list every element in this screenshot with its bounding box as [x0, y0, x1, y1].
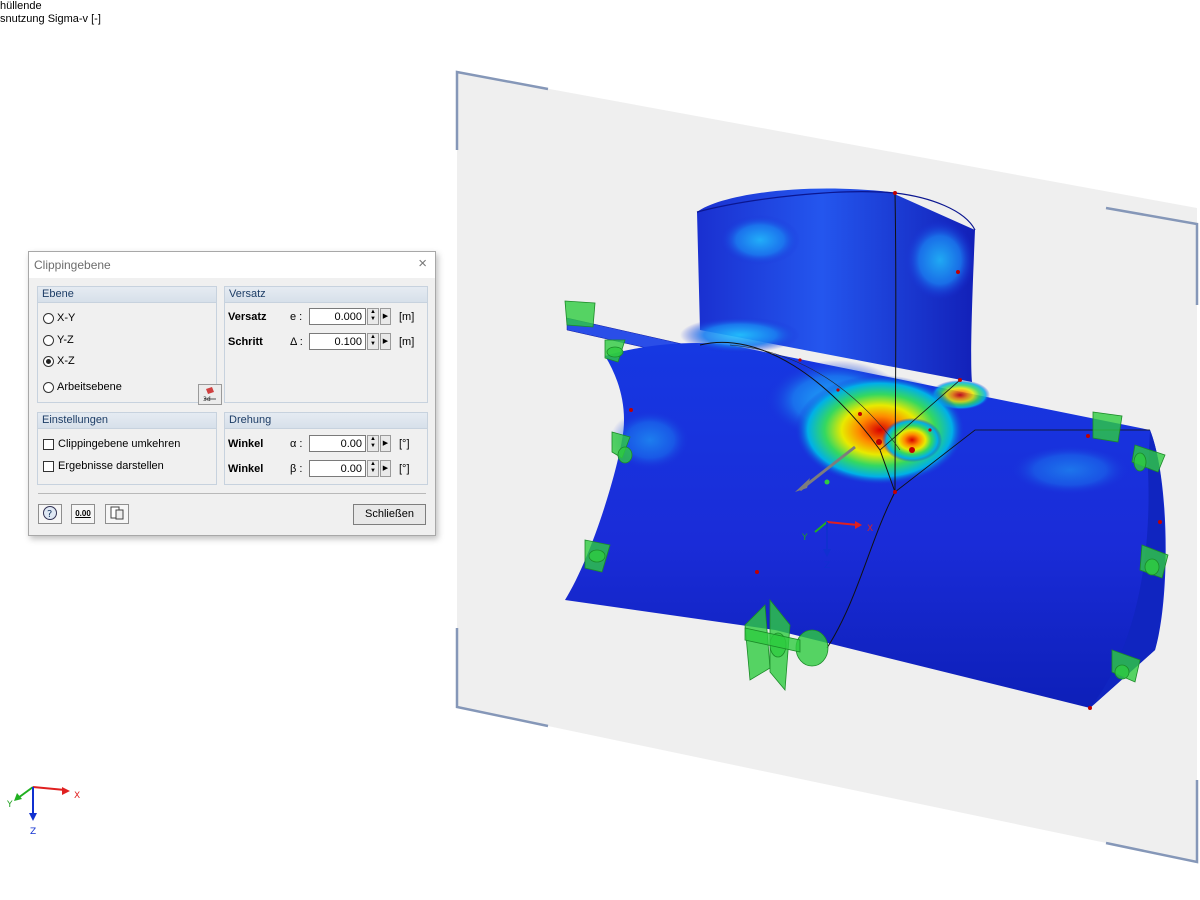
- footer-separator: [38, 493, 426, 494]
- schritt-label: Schritt: [228, 336, 263, 348]
- versatz-group: Versatz Versatz e : ▲▼ ▶ [m] Schritt Δ :…: [224, 286, 428, 403]
- ebene-group-header: Ebene: [38, 287, 216, 303]
- winkel-beta-symbol: β :: [290, 463, 303, 475]
- svg-text:?: ?: [47, 509, 52, 520]
- radio-x-z-indicator[interactable]: [43, 355, 54, 367]
- checkbox-ergebnisse-darstellen-label: Ergebnisse darstellen: [58, 460, 164, 472]
- radio-arbeitsebene-indicator[interactable]: [43, 381, 54, 393]
- winkel-alpha-symbol: α :: [290, 438, 303, 450]
- radio-x-z[interactable]: X-Z: [43, 353, 75, 369]
- versatz-symbol: e :: [290, 311, 303, 323]
- schritt-unit: [m]: [399, 336, 415, 348]
- scene-axis-x-label: X: [867, 524, 873, 534]
- winkel-beta-menu-arrow[interactable]: ▶: [380, 460, 391, 477]
- help-icon[interactable]: ?: [38, 504, 62, 524]
- schritt-symbol: Δ :: [290, 336, 303, 348]
- versatz-group-header: Versatz: [225, 287, 427, 303]
- versatz-spin-buttons[interactable]: ▲ ▼: [367, 308, 379, 325]
- schritt-spinner[interactable]: ▲▼ ▶: [309, 333, 391, 350]
- drehung-group-header: Drehung: [225, 413, 427, 429]
- dialog-title: Clippingebene: [34, 258, 111, 272]
- clipping-plane-dialog: Clippingebene × Ebene X-Y Y-Z X-Z Arbeit…: [28, 251, 436, 536]
- winkel-beta-input[interactable]: [309, 460, 366, 477]
- axis-z-label: Z: [30, 827, 36, 837]
- radio-y-z[interactable]: Y-Z: [43, 332, 74, 348]
- winkel-alpha-unit: [°]: [399, 438, 410, 450]
- schritt-input[interactable]: [309, 333, 366, 350]
- winkel-alpha-input[interactable]: [309, 435, 366, 452]
- ebene-group: Ebene X-Y Y-Z X-Z Arbeitsebene 3d: [37, 286, 222, 405]
- checkbox-ergebnisse-darstellen-box[interactable]: [43, 460, 54, 472]
- checkbox-clippingebene-umkehren-label: Clippingebene umkehren: [58, 438, 181, 450]
- radio-arbeitsebene[interactable]: Arbeitsebene: [43, 379, 122, 395]
- winkel-alpha-spin-buttons[interactable]: ▲ ▼: [367, 435, 379, 452]
- close-icon[interactable]: ×: [418, 255, 427, 272]
- winkel-beta-label: Winkel: [228, 463, 264, 475]
- scene-axis-z-label: Z: [824, 561, 830, 571]
- radio-x-y[interactable]: X-Y: [43, 310, 75, 326]
- radio-x-z-label: X-Z: [57, 355, 75, 367]
- winkel-alpha-label: Winkel: [228, 438, 264, 450]
- checkbox-clippingebene-umkehren[interactable]: Clippingebene umkehren: [43, 436, 180, 452]
- drehung-group: Drehung Winkel α : ▲▼ ▶ [°] Winkel β : ▲…: [224, 412, 428, 485]
- scene-axis-y-label: Y: [801, 533, 808, 543]
- dialog-titlebar[interactable]: Clippingebene ×: [29, 252, 435, 278]
- winkel-alpha-spinner[interactable]: ▲▼ ▶: [309, 435, 391, 452]
- workplane-3d-icon[interactable]: 3d: [198, 384, 222, 405]
- close-button[interactable]: Schließen: [353, 504, 426, 525]
- radio-y-z-indicator[interactable]: [43, 334, 54, 346]
- schritt-spin-buttons[interactable]: ▲ ▼: [367, 333, 379, 350]
- radio-x-y-label: X-Y: [57, 312, 76, 324]
- winkel-beta-spinner[interactable]: ▲▼ ▶: [309, 460, 391, 477]
- copy-settings-icon[interactable]: [105, 504, 129, 524]
- units-icon[interactable]: 0.00: [71, 504, 95, 524]
- checkbox-ergebnisse-darstellen[interactable]: Ergebnisse darstellen: [43, 458, 164, 474]
- einstellungen-group-header: Einstellungen: [38, 413, 216, 429]
- versatz-unit: [m]: [399, 311, 415, 323]
- winkel-beta-unit: [°]: [399, 463, 410, 475]
- radio-y-z-label: Y-Z: [57, 334, 74, 346]
- units-text: 0.00: [75, 509, 91, 518]
- winkel-beta-spin-buttons[interactable]: ▲ ▼: [367, 460, 379, 477]
- checkbox-clippingebene-umkehren-box[interactable]: [43, 438, 54, 450]
- versatz-menu-arrow[interactable]: ▶: [380, 308, 391, 325]
- versatz-spinner[interactable]: ▲▼ ▶: [309, 308, 391, 325]
- schritt-menu-arrow[interactable]: ▶: [380, 333, 391, 350]
- radio-x-y-indicator[interactable]: [43, 312, 54, 324]
- axis-y-label: Y: [6, 800, 13, 810]
- radio-arbeitsebene-label: Arbeitsebene: [57, 381, 122, 393]
- axis-x-label: X: [74, 791, 80, 801]
- versatz-input[interactable]: [309, 308, 366, 325]
- versatz-label: Versatz: [228, 311, 267, 323]
- einstellungen-group: Einstellungen Clippingebene umkehren Erg…: [37, 412, 217, 485]
- global-axes: [14, 786, 70, 821]
- winkel-alpha-menu-arrow[interactable]: ▶: [380, 435, 391, 452]
- svg-text:3d: 3d: [203, 396, 211, 403]
